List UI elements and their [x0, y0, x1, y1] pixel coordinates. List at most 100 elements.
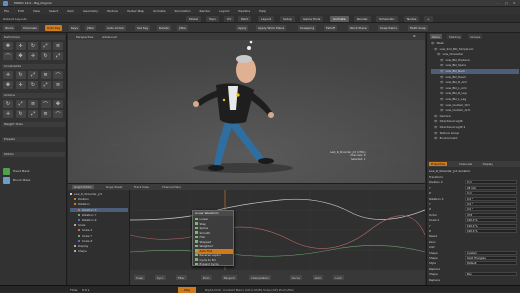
toolbar-button[interactable]: Snap Items [378, 25, 399, 31]
scale-icon[interactable]: ⤢ [15, 100, 26, 108]
align-icon[interactable]: ≡ [40, 110, 51, 118]
outliner-item[interactable]: 👁 Low_Bkl_L_Arm [431, 86, 519, 91]
outliner-item[interactable]: 👁 Directional Light 2 [431, 125, 519, 130]
rotate-icon[interactable]: ↻ [3, 100, 13, 108]
viewport-options-icon[interactable]: ⚙ [413, 34, 416, 38]
visibility-icon[interactable]: 👁 [434, 136, 438, 140]
bend-icon[interactable]: ⌒ [40, 100, 51, 108]
tab-nodes[interactable]: Nodes [404, 15, 420, 22]
visibility-icon[interactable]: 👁 [440, 86, 444, 90]
toolbar-button[interactable]: Jitter [177, 25, 189, 31]
pose-icon[interactable]: ✥ [15, 52, 26, 60]
toolbar-button[interactable]: Apply Work Plane [256, 25, 287, 31]
pose-icon[interactable]: ✥ [3, 81, 13, 89]
toolbar-button[interactable]: Snapping [298, 25, 317, 31]
tab-model[interactable]: Model [186, 15, 202, 22]
property-field[interactable]: 0.0 ° [465, 207, 517, 212]
tab-setup[interactable]: Setup [280, 15, 295, 22]
property-field[interactable]: Solid Triangles [465, 256, 517, 260]
align-icon[interactable]: ≡ [28, 100, 38, 108]
mask-item[interactable]: Head Mask [3, 167, 63, 175]
outliner-item[interactable]: 👁 Camera [431, 114, 519, 119]
toolbar-button[interactable]: Set Key [135, 25, 151, 31]
graph-tab[interactable]: Track View [132, 185, 151, 189]
tab-layout[interactable]: Layout [258, 15, 275, 22]
toolbar-button[interactable]: Delete [157, 25, 171, 31]
property-field[interactable]: Custom [465, 250, 517, 255]
outliner-item[interactable]: 👁 Low_Bkl_L_Leg [431, 97, 519, 102]
menu-item-select[interactable]: Select [49, 9, 58, 13]
move-icon[interactable]: ✛ [3, 71, 13, 79]
rotate-icon[interactable]: ↻ [28, 81, 38, 89]
panel-section-header[interactable]: Constraints [2, 64, 65, 69]
menu-item-edit[interactable]: Edit [18, 9, 24, 13]
visibility-icon[interactable]: 👁 [434, 125, 438, 129]
menu-item-pipeline[interactable]: Pipeline [238, 9, 250, 13]
tab-render[interactable]: Render [354, 15, 371, 22]
bend-icon[interactable]: ⌒ [3, 52, 13, 60]
rotate-icon[interactable]: ↻ [40, 52, 51, 60]
graph-footer-button[interactable]: Curve [289, 275, 302, 280]
toolbar-button[interactable]: Keys [69, 25, 81, 31]
bend-icon[interactable]: ⌒ [53, 110, 63, 118]
tab-uv[interactable]: UV [224, 15, 235, 22]
channel-row[interactable]: Scale [70, 223, 128, 228]
toolbar-button[interactable]: Channels [21, 25, 39, 31]
channel-row[interactable]: Position [70, 197, 128, 202]
viewport-tab-advanced[interactable]: Advanced [102, 35, 117, 39]
outliner-item[interactable]: 👁 Mesh [431, 41, 519, 46]
visibility-icon[interactable]: 👁 [440, 91, 444, 95]
graph-footer-button[interactable]: Sync [154, 275, 166, 280]
visibility-icon[interactable]: 👁 [434, 47, 438, 51]
menu-item-help[interactable]: Help [259, 9, 266, 13]
graph-footer-button[interactable]: Snap [134, 275, 146, 280]
graph-footer-button[interactable]: Interpolation [249, 275, 271, 280]
pose-icon[interactable]: ✥ [3, 42, 13, 50]
rotate-icon[interactable]: ↻ [15, 71, 26, 79]
close-icon[interactable]: ✕ [513, 1, 516, 5]
graph-footer-button[interactable]: Filter [175, 275, 187, 280]
layout-dropdown[interactable]: Default Layouts [3, 17, 27, 21]
time-value[interactable]: 0.0 s [82, 288, 89, 292]
menu-item-animate[interactable]: Animate [153, 9, 166, 13]
channel-row[interactable]: Shape [70, 249, 128, 254]
curve-canvas[interactable] [130, 190, 425, 270]
graph-footer-button[interactable]: Dom. [200, 275, 213, 280]
popup-menu-item[interactable]: Expand Cycle [195, 262, 233, 267]
panel-section-header[interactable]: Presets [2, 137, 65, 142]
graph-footer-button[interactable]: Tangent [221, 275, 237, 280]
property-field[interactable]: XYZ [465, 212, 517, 217]
graph-footer-button[interactable]: Lock [333, 275, 344, 280]
panel-section-header[interactable]: Motion [2, 152, 65, 157]
toolbar-button[interactable]: Work Plane [348, 25, 369, 31]
panel-section-header[interactable]: Deformers [2, 35, 65, 40]
outliner-item[interactable]: 👁 Low_Bkl_R_Arm [431, 80, 519, 85]
scale-icon[interactable]: ⤢ [40, 42, 51, 50]
menu-item-texture[interactable]: Texture [107, 9, 118, 13]
align-icon[interactable]: ≡ [40, 71, 51, 79]
graph-footer-button[interactable]: Auto [312, 275, 324, 280]
property-field[interactable]: 0 m [465, 191, 517, 196]
visibility-icon[interactable]: 👁 [440, 108, 444, 112]
bend-icon[interactable]: ⌒ [53, 71, 63, 79]
toolbar-button[interactable]: Auto Action [105, 25, 127, 31]
property-field[interactable]: 100.0 % [465, 223, 517, 228]
outliner-item[interactable]: 👁 Low_Custom_Arm [431, 108, 519, 113]
menu-item-file[interactable]: File [4, 9, 9, 13]
outliner-item[interactable]: 👁 Low_Bkl_R_Leg [431, 91, 519, 96]
toolbar-button[interactable]: Falloff [324, 25, 337, 31]
visibility-icon[interactable]: 👁 [434, 119, 438, 123]
property-field[interactable]: 0.0 ° [465, 196, 517, 201]
property-field[interactable]: Default [465, 261, 517, 266]
visibility-icon[interactable]: 👁 [440, 103, 444, 107]
outliner-item[interactable]: 👁 Directional Light [431, 119, 519, 124]
toolbar-button[interactable]: Multi Snap [408, 25, 428, 31]
menu-item-simulation[interactable]: Simulation [175, 9, 191, 13]
minimize-icon[interactable]: – [497, 1, 499, 5]
tab-animate[interactable]: Animate [330, 15, 349, 22]
tab-game-tools[interactable]: Game Tools [300, 15, 324, 22]
menu-item-render[interactable]: Render [200, 9, 211, 13]
visibility-icon[interactable]: 👁 [440, 97, 444, 101]
prop-tab-display[interactable]: Display [481, 162, 495, 166]
visibility-icon[interactable]: 👁 [440, 69, 444, 73]
